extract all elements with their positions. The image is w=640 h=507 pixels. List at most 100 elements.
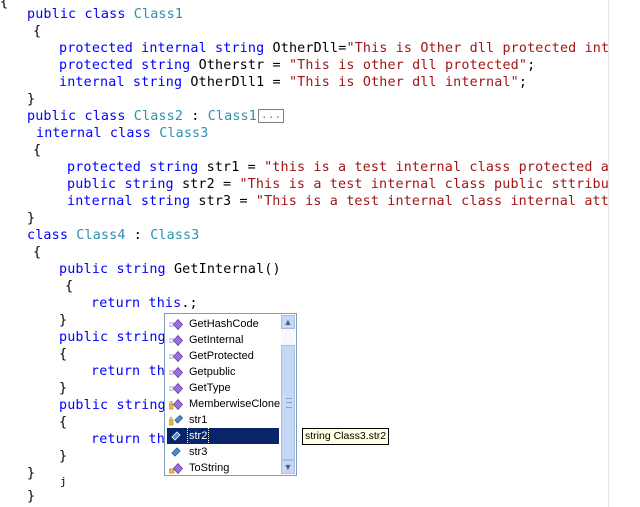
punctuation: .; <box>181 296 198 311</box>
code-line: } <box>27 465 35 482</box>
brace: { <box>33 143 42 158</box>
identifier: OtherDll= <box>272 41 347 56</box>
completion-item-selected[interactable]: str2 <box>167 427 279 445</box>
chevron-down-icon: ▼ <box>283 462 293 472</box>
string-literal: "This is Other dll protected inte <box>346 41 608 56</box>
keyword: protected string <box>67 160 207 175</box>
string-literal: "This is a test internal class public st… <box>239 177 608 192</box>
keyword: public string <box>59 398 166 413</box>
keyword: return this <box>91 296 182 311</box>
completion-label: GetProtected <box>189 350 254 362</box>
code-line: { <box>0 0 8 11</box>
code-line: public string <box>59 329 166 346</box>
brace: { <box>65 279 74 294</box>
code-line: internal string OtherDll1 = "This is Oth… <box>59 74 527 91</box>
code-line: { <box>33 244 41 261</box>
completion-label: MemberwiseClone <box>189 398 281 410</box>
scrollbar-thumb[interactable] <box>281 345 295 460</box>
chevron-up-icon: ▲ <box>283 317 293 327</box>
code-line: j <box>60 473 67 490</box>
colon: : <box>183 109 208 124</box>
completion-label: str2 <box>186 427 210 445</box>
string-literal: "This is Other dll internal" <box>288 75 519 90</box>
collapsed-region-button[interactable]: ... <box>257 109 285 123</box>
completion-label: GetHashCode <box>189 318 259 330</box>
completion-item[interactable]: str1 <box>167 412 279 428</box>
completion-item[interactable]: GetType <box>167 380 279 396</box>
completion-label: GetInternal <box>189 334 244 346</box>
code-line: } <box>59 380 67 397</box>
identifier: GetInternal() <box>173 262 281 277</box>
brace: { <box>59 415 68 430</box>
keyword: public string <box>59 330 166 345</box>
field-icon <box>171 431 181 441</box>
code-line: protected string Otherstr = "This is oth… <box>59 57 535 74</box>
completion-label: str3 <box>189 446 208 458</box>
keyword: protected internal string <box>59 41 273 56</box>
identifier: str3 = <box>198 194 256 209</box>
completion-item[interactable]: GetInternal <box>167 332 279 348</box>
completion-item[interactable]: ToString <box>167 460 279 476</box>
type-name: Class3 <box>150 228 200 243</box>
scroll-up-button[interactable]: ▲ <box>281 315 295 329</box>
code-line: } <box>27 210 35 227</box>
keyword: public class <box>27 7 134 22</box>
brace: } <box>27 92 36 107</box>
protected-field-icon <box>169 415 183 426</box>
colon: : <box>125 228 151 243</box>
intellisense-scrollbar[interactable]: ▲ ▼ <box>281 315 295 474</box>
keyword: public string <box>59 262 174 277</box>
completion-label: str1 <box>189 414 208 426</box>
identifier: str1 = <box>206 160 265 175</box>
keyword: internal class <box>36 126 160 141</box>
method-icon <box>169 319 183 330</box>
code-line: { <box>59 346 67 363</box>
grip-icon <box>286 398 292 408</box>
quick-info-tooltip: string Class3.str2 <box>302 428 390 445</box>
code-line: return th <box>91 363 165 380</box>
identifier: OtherDll1 = <box>190 75 289 90</box>
code-line: protected string str1 = "this is a test … <box>67 159 608 176</box>
protected-method-icon <box>169 399 183 410</box>
intellisense-list[interactable]: GetHashCode GetInternal GetProtected Get… <box>164 313 297 476</box>
keyword: internal string <box>67 194 199 209</box>
brace: { <box>0 0 9 10</box>
brace: } <box>59 313 68 328</box>
code-line: protected internal string OtherDll="This… <box>59 40 608 57</box>
method-icon <box>169 383 183 394</box>
string-literal: "This is other dll protected" <box>288 58 528 73</box>
code-line: public class Class2 : Class1... <box>27 108 285 125</box>
code-line: { <box>65 278 73 295</box>
completion-label: GetType <box>189 382 231 394</box>
code-line: { <box>59 414 67 431</box>
brace: { <box>33 245 42 260</box>
type-name: Class4 <box>76 228 126 243</box>
keyword: internal string <box>59 75 191 90</box>
completion-item[interactable]: Getpublic <box>167 364 279 380</box>
code-line: { <box>33 23 41 40</box>
string-literal: "This is a test internal class internal … <box>255 194 608 209</box>
keyword: public class <box>27 109 134 124</box>
completion-item[interactable]: GetHashCode <box>167 316 279 332</box>
keyword: return th <box>91 432 165 447</box>
method-icon <box>169 351 183 362</box>
method-icon <box>169 463 183 474</box>
identifier: Otherstr = <box>198 58 289 73</box>
completion-item[interactable]: MemberwiseClone <box>167 396 281 412</box>
method-icon <box>169 367 183 378</box>
brace: } <box>27 489 36 504</box>
brace: } <box>27 211 36 226</box>
identifier: j <box>60 475 67 488</box>
code-line: public string GetInternal() <box>59 261 281 278</box>
completion-item[interactable]: str3 <box>167 444 279 460</box>
scroll-down-button[interactable]: ▼ <box>281 460 295 474</box>
code-line: } <box>59 312 67 329</box>
keyword: return th <box>91 364 165 379</box>
editor-right-margin <box>608 0 640 507</box>
code-line: public string str2 = "This is a test int… <box>67 176 608 193</box>
code-line: { <box>33 142 41 159</box>
keyword: protected string <box>59 58 199 73</box>
code-line: internal string str3 = "This is a test i… <box>67 193 608 210</box>
keyword: public string <box>67 177 182 192</box>
completion-item[interactable]: GetProtected <box>167 348 279 364</box>
